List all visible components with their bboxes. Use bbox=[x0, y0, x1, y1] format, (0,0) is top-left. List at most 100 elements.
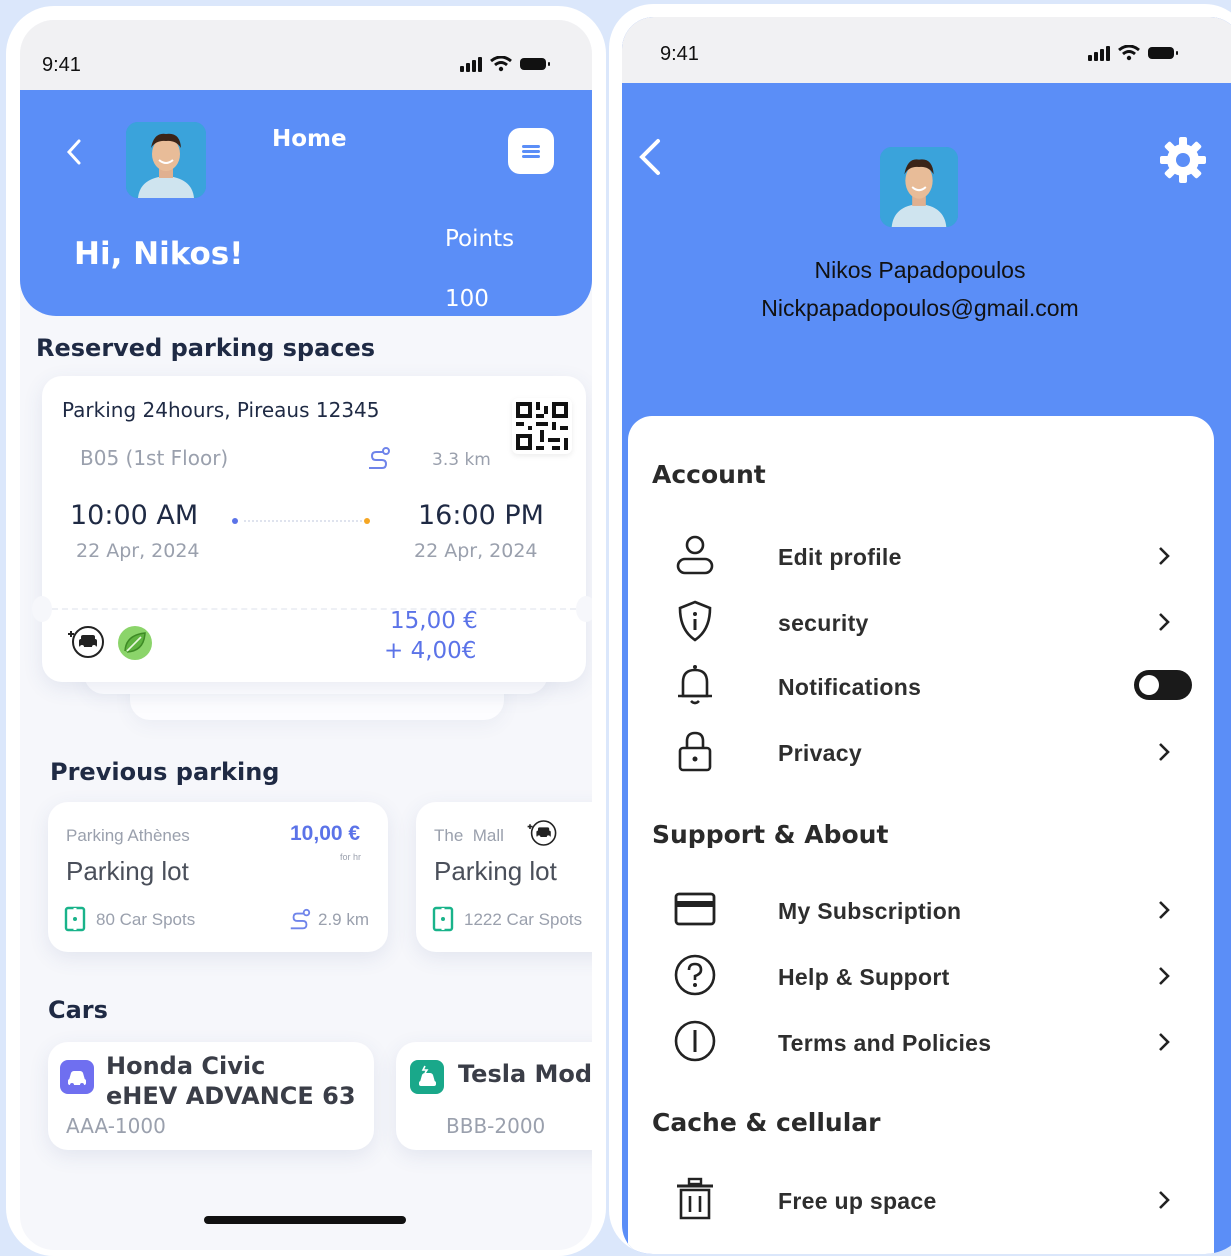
parking-distance: 2.9 km bbox=[318, 910, 370, 929]
menu-button[interactable] bbox=[508, 128, 554, 174]
account-heading: Account bbox=[652, 460, 766, 489]
status-time: 9:41 bbox=[660, 43, 699, 65]
ticket-divider bbox=[52, 608, 576, 610]
car-plate: AAA-1000 bbox=[66, 1114, 166, 1138]
reservation-location: Parking 24hours, Pireaus 12345 bbox=[62, 398, 380, 422]
car-card[interactable]: Honda Civic eHEV ADVANCE 63 AAA-1000 bbox=[48, 1042, 374, 1150]
points-label: Points bbox=[445, 226, 515, 252]
route-icon bbox=[369, 447, 390, 469]
reservation-card[interactable]: Parking 24hours, Pireaus 12345 B05 (1st … bbox=[32, 376, 592, 682]
cache-heading: Cache & cellular bbox=[652, 1108, 881, 1137]
chevron-right-icon bbox=[1159, 547, 1170, 565]
status-bar: 9:41 bbox=[20, 20, 592, 90]
chevron-right-icon bbox=[1159, 613, 1170, 631]
gear-icon[interactable] bbox=[1158, 135, 1208, 185]
help-icon bbox=[674, 954, 716, 996]
parking-spot-icon bbox=[432, 906, 454, 932]
start-date: 22 Apr, 2024 bbox=[76, 540, 200, 562]
shield-icon bbox=[678, 600, 712, 642]
points-value: 100 bbox=[445, 286, 489, 312]
parking-spots: 80 Car Spots bbox=[96, 910, 196, 929]
ev-charging-icon bbox=[527, 820, 557, 846]
notifications-toggle[interactable] bbox=[1134, 670, 1192, 700]
terms-row[interactable]: Terms and Policies bbox=[652, 1014, 1192, 1070]
chevron-right-icon bbox=[1159, 901, 1170, 919]
car-plate: BBB-2000 bbox=[446, 1114, 546, 1138]
eco-leaf-icon bbox=[118, 626, 152, 660]
back-icon[interactable] bbox=[636, 137, 664, 177]
ev-car-icon bbox=[410, 1060, 444, 1094]
previous-title: Previous parking bbox=[50, 758, 280, 786]
help-support-row[interactable]: Help & Support bbox=[652, 948, 1192, 1004]
ticket-notch-left bbox=[32, 596, 52, 622]
notifications-row[interactable]: Notifications bbox=[652, 658, 1192, 714]
bell-icon bbox=[678, 665, 712, 705]
parking-spots: 1222 Car Spots bbox=[464, 910, 583, 929]
wifi-icon bbox=[1118, 45, 1140, 61]
terms-label: Terms and Policies bbox=[778, 1030, 992, 1056]
status-time: 9:41 bbox=[42, 54, 81, 76]
privacy-label: Privacy bbox=[778, 740, 862, 766]
previous-parking-card[interactable]: Parking Athènes 10,00 € for hr Parking l… bbox=[48, 802, 388, 952]
car-icon bbox=[60, 1060, 94, 1094]
parking-price: 10,00 € bbox=[290, 822, 361, 845]
subscription-row[interactable]: My Subscription bbox=[652, 882, 1192, 938]
reservation-spot: B05 (1st Floor) bbox=[80, 446, 229, 470]
home-header: Home Hi, Nikos! Points 100 bbox=[20, 90, 592, 316]
lock-icon bbox=[678, 731, 712, 772]
signal-icon bbox=[1088, 45, 1110, 61]
ev-charging-icon bbox=[68, 626, 104, 658]
chevron-right-icon bbox=[1159, 1033, 1170, 1051]
cars-title: Cars bbox=[48, 996, 108, 1024]
profile-screen: 9:41 Nikos Papadopoulos Nickpapadopoulos… bbox=[622, 17, 1231, 1254]
signal-icon bbox=[460, 56, 482, 72]
start-time: 10:00 AM bbox=[70, 500, 199, 531]
profile-name: Nikos Papadopoulos bbox=[814, 257, 1026, 283]
end-time: 16:00 PM bbox=[418, 500, 544, 531]
car-card[interactable]: Tesla Model BBB-2000 bbox=[396, 1042, 592, 1150]
parking-type: Parking lot bbox=[434, 856, 557, 886]
subscription-label: My Subscription bbox=[778, 898, 962, 924]
menu-icon bbox=[522, 143, 540, 160]
phone-home: 9:41 Home Hi, Nikos! Points 100 Reserved… bbox=[6, 6, 606, 1256]
home-indicator[interactable] bbox=[204, 1216, 406, 1224]
edit-profile-row[interactable]: Edit profile bbox=[652, 528, 1192, 584]
price-unit: for hr bbox=[340, 852, 362, 862]
parking-spot-icon bbox=[64, 906, 86, 932]
reserved-title: Reserved parking spaces bbox=[36, 334, 376, 362]
support-heading: Support & About bbox=[652, 820, 889, 849]
privacy-row[interactable]: Privacy bbox=[652, 724, 1192, 780]
reservation-price: 15,00 € bbox=[390, 608, 478, 634]
qr-code-button[interactable] bbox=[512, 398, 572, 454]
status-icons bbox=[1088, 45, 1178, 61]
phone-profile: 9:41 Nikos Papadopoulos Nickpapadopoulos… bbox=[609, 4, 1231, 1254]
battery-icon bbox=[520, 58, 550, 70]
free-up-space-row[interactable]: Free up space bbox=[652, 1172, 1192, 1228]
route-icon bbox=[290, 908, 311, 930]
profile-email: Nickpapadopoulos@gmail.com bbox=[761, 295, 1079, 321]
wifi-icon bbox=[490, 56, 512, 72]
ticket-notch-right bbox=[576, 596, 592, 622]
chevron-right-icon bbox=[1159, 1191, 1170, 1209]
chevron-right-icon bbox=[1159, 743, 1170, 761]
back-icon[interactable] bbox=[64, 138, 84, 166]
previous-parking-card[interactable]: The Mall Parking lot 1222 Car Spots bbox=[416, 802, 592, 952]
avatar[interactable] bbox=[126, 122, 206, 198]
greeting: Hi, Nikos! bbox=[74, 236, 244, 272]
status-icons bbox=[460, 56, 550, 72]
car-model: Honda Civic bbox=[106, 1052, 266, 1080]
notifications-label: Notifications bbox=[778, 674, 922, 700]
car-model: Tesla Model bbox=[458, 1060, 592, 1088]
home-screen: 9:41 Home Hi, Nikos! Points 100 Reserved… bbox=[20, 20, 592, 1250]
end-date: 22 Apr, 2024 bbox=[414, 540, 538, 562]
profile-avatar[interactable] bbox=[880, 147, 958, 227]
security-row[interactable]: security bbox=[652, 594, 1192, 650]
security-label: security bbox=[778, 610, 869, 636]
info-icon bbox=[674, 1020, 716, 1062]
reservation-extra: + 4,00€ bbox=[384, 638, 477, 664]
parking-name: The Mall bbox=[434, 826, 504, 845]
page-title: Home bbox=[272, 126, 347, 152]
help-support-label: Help & Support bbox=[778, 964, 950, 990]
user-icon bbox=[676, 535, 714, 575]
timeline-line bbox=[244, 520, 362, 522]
